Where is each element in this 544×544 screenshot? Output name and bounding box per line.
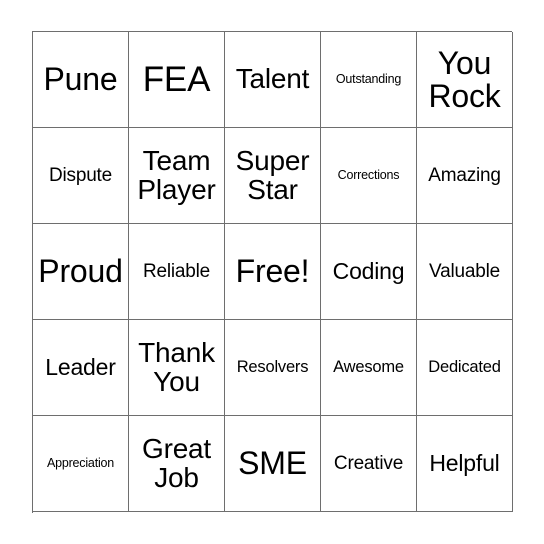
bingo-cell-label: Dispute — [48, 164, 113, 186]
bingo-cell-label: Super Star — [235, 144, 310, 205]
bingo-cell-label: Amazing — [428, 164, 501, 186]
bingo-cell-r2c4[interactable]: Corrections — [321, 128, 417, 224]
bingo-cell-r5c5[interactable]: Helpful — [417, 416, 513, 512]
bingo-cell-label: Free! — [235, 253, 310, 290]
bingo-cell-r4c4[interactable]: Awesome — [321, 320, 417, 416]
bingo-cell-r3c3[interactable]: Free! — [225, 224, 321, 320]
bingo-cell-label: Resolvers — [236, 358, 309, 377]
bingo-cell-label: Dedicated — [428, 358, 501, 377]
bingo-cell-label: Coding — [332, 257, 405, 284]
bingo-cell-label: Proud — [38, 253, 123, 290]
bingo-cell-r1c5[interactable]: You Rock — [417, 32, 513, 128]
bingo-cell-label: Valuable — [429, 260, 500, 282]
bingo-cell-label: Team Player — [137, 144, 216, 205]
bingo-cell-r1c1[interactable]: Pune — [33, 32, 129, 128]
bingo-cell-r5c2[interactable]: Great Job — [129, 416, 225, 512]
bingo-cell-r1c2[interactable]: FEA — [129, 32, 225, 128]
bingo-cell-r4c3[interactable]: Resolvers — [225, 320, 321, 416]
bingo-cell-r2c3[interactable]: Super Star — [225, 128, 321, 224]
bingo-cell-label: Corrections — [337, 168, 400, 183]
bingo-cell-r2c2[interactable]: Team Player — [129, 128, 225, 224]
bingo-card-grid: Pune FEA Talent Outstanding You Rock Dispute T… — [32, 31, 513, 513]
bingo-cell-label: Awesome — [333, 358, 404, 377]
bingo-cell-r4c5[interactable]: Dedicated — [417, 320, 513, 416]
bingo-cell-r5c3[interactable]: SME — [225, 416, 321, 512]
bingo-cell-label: Talent — [235, 63, 310, 95]
bingo-cell-r2c1[interactable]: Dispute — [33, 128, 129, 224]
bingo-cell-label: Outstanding — [335, 72, 402, 87]
bingo-cell-label: Helpful — [429, 449, 500, 476]
bingo-cell-label: SME — [238, 445, 307, 482]
bingo-cell-label: Creative — [333, 452, 404, 474]
bingo-cell-r2c5[interactable]: Amazing — [417, 128, 513, 224]
bingo-cell-label: Leader — [45, 353, 116, 380]
bingo-cell-label: Pune — [43, 61, 118, 98]
bingo-cell-label: Thank You — [138, 336, 215, 397]
bingo-cell-label: Reliable — [142, 260, 211, 282]
bingo-cell-r3c1[interactable]: Proud — [33, 224, 129, 320]
bingo-cell-label: Great Job — [141, 432, 212, 493]
bingo-cell-label: You Rock — [428, 44, 501, 114]
bingo-cell-r1c4[interactable]: Outstanding — [321, 32, 417, 128]
bingo-cell-r3c4[interactable]: Coding — [321, 224, 417, 320]
bingo-cell-label: Appreciation — [46, 456, 115, 471]
bingo-cell-r3c5[interactable]: Valuable — [417, 224, 513, 320]
bingo-cell-r3c2[interactable]: Reliable — [129, 224, 225, 320]
bingo-cell-r5c1[interactable]: Appreciation — [33, 416, 129, 512]
bingo-cell-r4c1[interactable]: Leader — [33, 320, 129, 416]
bingo-cell-r4c2[interactable]: Thank You — [129, 320, 225, 416]
bingo-cell-r5c4[interactable]: Creative — [321, 416, 417, 512]
bingo-cell-r1c3[interactable]: Talent — [225, 32, 321, 128]
bingo-cell-label: FEA — [142, 59, 211, 99]
